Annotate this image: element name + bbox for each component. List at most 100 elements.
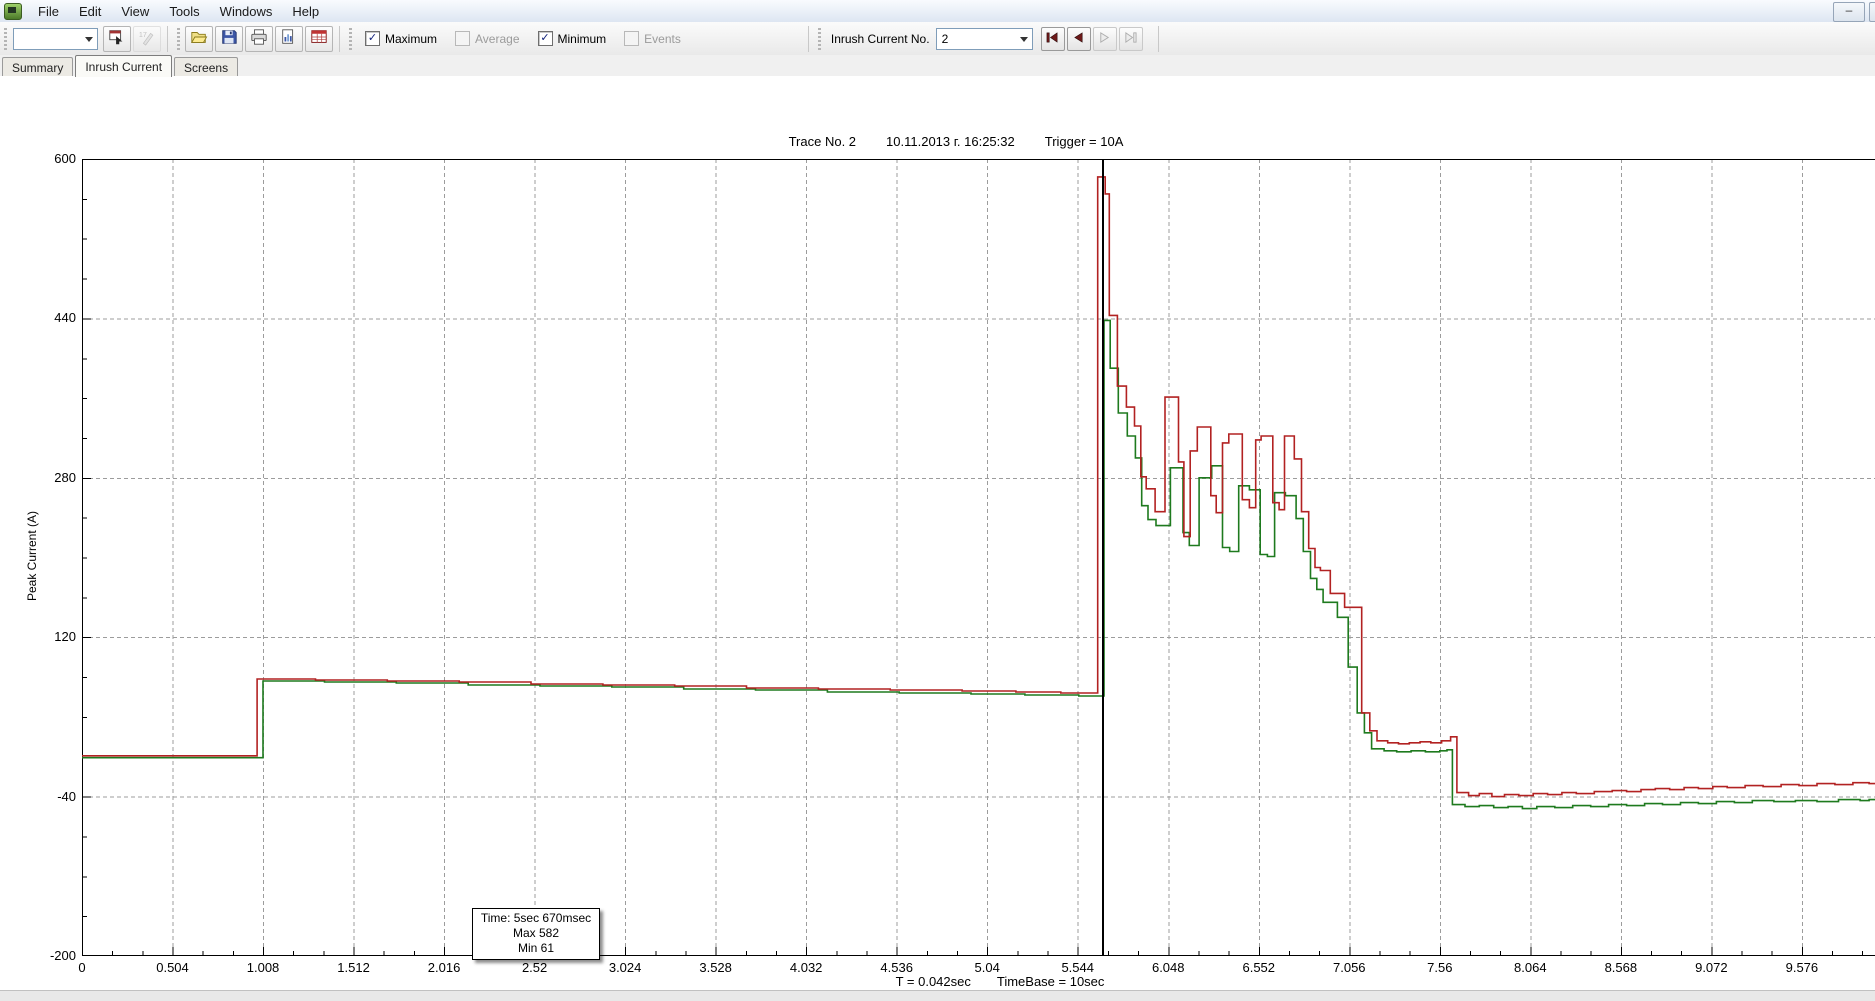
first-icon xyxy=(1045,31,1060,47)
export-txt-icon xyxy=(310,28,328,49)
inrush-number-value: 2 xyxy=(942,32,949,46)
tooltip-min: Min 61 xyxy=(473,941,599,956)
trace-datetime-label: 10.11.2013 г. 16:25:32 xyxy=(886,134,1015,149)
x-tick-label: 2.52 xyxy=(495,960,575,975)
toolbar-grip xyxy=(818,28,821,50)
save-button[interactable] xyxy=(215,26,243,52)
chart-footer: T = 0.042sec TimeBase = 10sec xyxy=(600,974,1400,989)
menu-item-help[interactable]: Help xyxy=(282,2,329,21)
checkbox-icon: ✓ xyxy=(365,31,380,46)
print-icon xyxy=(250,28,268,49)
x-tick-label: 7.056 xyxy=(1309,960,1389,975)
chart-title: Trace No. 2 10.11.2013 г. 16:25:32 Trigg… xyxy=(556,134,1356,149)
x-tick-label: 5.544 xyxy=(1038,960,1118,975)
checkbox-label: Average xyxy=(475,32,519,46)
y-tick-label: -40 xyxy=(6,789,76,804)
checkbox-label: Minimum xyxy=(558,32,607,46)
x-tick-label: 4.032 xyxy=(766,960,846,975)
open-icon xyxy=(190,28,208,49)
menu-item-view[interactable]: View xyxy=(111,2,159,21)
checkbox-icon: ✓ xyxy=(538,31,553,46)
previous-record-button[interactable] xyxy=(1067,27,1091,51)
chevron-down-icon xyxy=(85,37,93,42)
x-tick-label: 0.504 xyxy=(133,960,213,975)
minimize-button[interactable]: – xyxy=(1833,2,1865,22)
report-icon xyxy=(280,28,298,49)
events-checkbox[interactable]: Events xyxy=(624,31,681,46)
last-icon xyxy=(1123,31,1138,47)
tab-screens[interactable]: Screens xyxy=(174,57,238,76)
tab-summary[interactable]: Summary xyxy=(2,57,73,76)
menu-bar: FileEditViewToolsWindowsHelp – xyxy=(0,0,1875,23)
minimum-checkbox[interactable]: ✓ Minimum xyxy=(538,31,607,46)
menu-item-tools[interactable]: Tools xyxy=(159,2,209,21)
report-button[interactable] xyxy=(275,26,303,52)
first-record-button[interactable] xyxy=(1041,27,1065,51)
previous-icon xyxy=(1071,31,1086,47)
toolbar-grip xyxy=(4,28,7,50)
x-tick-label: 8.568 xyxy=(1581,960,1661,975)
timebase-label: TimeBase = 10sec xyxy=(997,974,1105,989)
next-record-button[interactable] xyxy=(1093,27,1117,51)
x-tick-label: 6.048 xyxy=(1128,960,1208,975)
cursor-tooltip: Time: 5sec 670msec Max 582 Min 61 xyxy=(472,908,600,960)
minimum-trace xyxy=(82,320,1875,808)
toolbar-grip xyxy=(177,28,180,50)
y-tick-label: 120 xyxy=(6,629,76,644)
last-record-button[interactable] xyxy=(1119,27,1143,51)
print-button[interactable] xyxy=(245,26,273,52)
save-icon xyxy=(220,28,238,49)
inrush-number-combo[interactable]: 2 xyxy=(936,28,1033,50)
window-button-partial[interactable] xyxy=(1869,2,1875,22)
chart-page: Trace No. 2 10.11.2013 г. 16:25:32 Trigg… xyxy=(0,76,1875,990)
toolbar-grip xyxy=(349,28,352,50)
tooltip-max: Max 582 xyxy=(473,926,599,941)
x-tick-label: 7.56 xyxy=(1400,960,1480,975)
x-tick-label: 6.552 xyxy=(1219,960,1299,975)
next-icon xyxy=(1097,31,1112,47)
inrush-selector-label: Inrush Current No. xyxy=(831,32,930,46)
tab-bar: SummaryInrush CurrentScreens xyxy=(0,55,1875,77)
trace-number-label: Trace No. 2 xyxy=(789,134,856,149)
tab-inrush-current[interactable]: Inrush Current xyxy=(75,55,172,77)
x-tick-label: 2.016 xyxy=(404,960,484,975)
x-tick-label: 8.064 xyxy=(1490,960,1570,975)
toolbar: 17 ✓ Maximum Average ✓ Minimum Events Inrush … xyxy=(0,22,1875,56)
toolbar-separator xyxy=(339,26,340,52)
checkbox-icon xyxy=(624,31,639,46)
x-tick-label: 4.536 xyxy=(857,960,937,975)
annotate-button[interactable]: 17 xyxy=(133,26,161,52)
y-tick-label: 440 xyxy=(6,310,76,325)
x-tick-label: 5.04 xyxy=(947,960,1027,975)
y-axis-title: Peak Current (A) xyxy=(25,496,39,616)
y-tick-label: 600 xyxy=(6,151,76,166)
annotate-icon: 17 xyxy=(138,28,156,49)
toolbar-separator xyxy=(1158,26,1159,52)
trigger-label: Trigger = 10A xyxy=(1045,134,1124,149)
x-tick-label: 0 xyxy=(42,960,122,975)
x-tick-label: 9.072 xyxy=(1671,960,1751,975)
export-txt-button[interactable] xyxy=(305,26,333,52)
status-strip xyxy=(0,990,1875,1001)
plot-area[interactable] xyxy=(82,159,1875,956)
app-icon xyxy=(4,3,22,20)
checkbox-label: Maximum xyxy=(385,32,437,46)
menu-item-windows[interactable]: Windows xyxy=(210,2,283,21)
x-tick-label: 3.528 xyxy=(676,960,756,975)
toolbar-separator xyxy=(808,26,809,52)
maximum-trace xyxy=(82,177,1875,797)
capture-button[interactable] xyxy=(103,26,131,52)
maximum-checkbox[interactable]: ✓ Maximum xyxy=(365,31,437,46)
x-tick-label: 9.576 xyxy=(1762,960,1842,975)
x-tick-label: 3.024 xyxy=(585,960,665,975)
y-tick-label: 280 xyxy=(6,470,76,485)
menu-item-edit[interactable]: Edit xyxy=(69,2,111,21)
average-checkbox[interactable]: Average xyxy=(455,31,519,46)
checkbox-icon xyxy=(455,31,470,46)
menu-item-file[interactable]: File xyxy=(28,2,69,21)
trace-combo[interactable] xyxy=(13,28,98,50)
x-tick-label: 1.008 xyxy=(223,960,303,975)
sample-period-label: T = 0.042sec xyxy=(896,974,971,989)
open-button[interactable] xyxy=(185,26,213,52)
chevron-down-icon xyxy=(1020,37,1028,42)
